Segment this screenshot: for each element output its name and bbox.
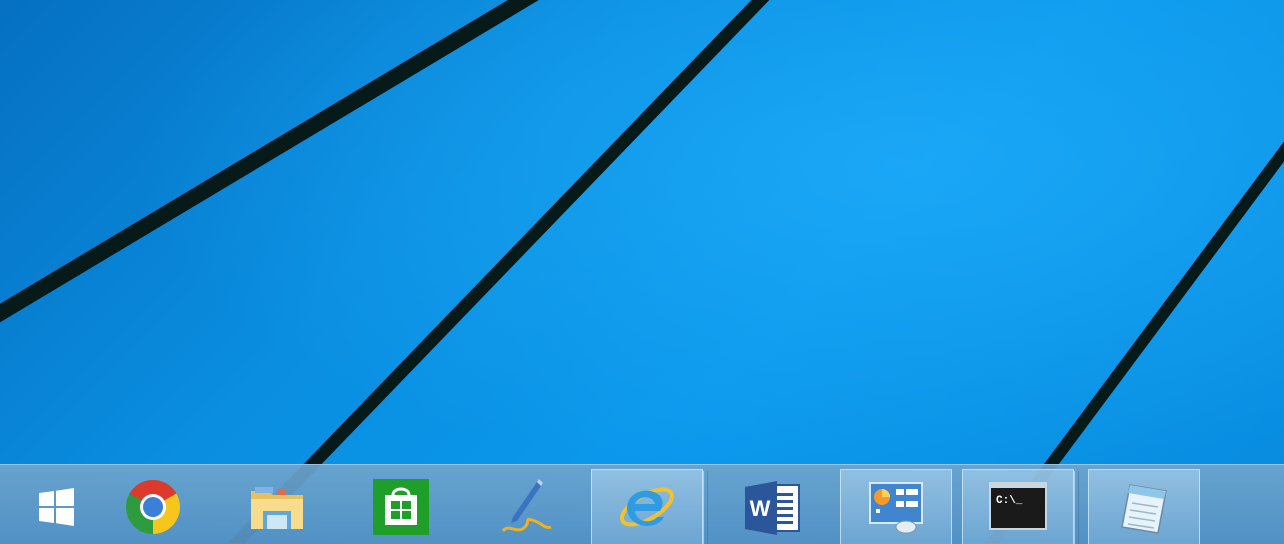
chrome-icon <box>126 479 181 534</box>
taskbar-notepad[interactable] <box>1088 469 1200 544</box>
windows-logo-icon <box>39 487 74 526</box>
taskbar-separator <box>703 471 708 544</box>
command-prompt-icon: C:\_ <box>989 482 1047 530</box>
taskbar-separator <box>1074 471 1079 544</box>
wallpaper-line <box>227 0 770 543</box>
file-explorer-icon <box>251 486 303 529</box>
internet-explorer-icon <box>620 487 674 527</box>
pen-icon <box>501 478 552 532</box>
taskbar-file-explorer[interactable] <box>221 469 333 544</box>
taskbar-chrome[interactable] <box>97 469 209 544</box>
control-panel-icon <box>869 482 923 534</box>
cmd-prompt-text: C:\_ <box>996 495 1023 507</box>
store-icon <box>373 478 429 535</box>
taskbar-control-panel[interactable] <box>840 469 952 544</box>
wallpaper-line <box>0 0 539 323</box>
taskbar: W C:\_ <box>0 464 1284 544</box>
taskbar-word[interactable]: W <box>717 469 829 544</box>
start-button[interactable] <box>0 469 112 544</box>
word-icon: W <box>745 480 800 535</box>
notepad-icon <box>1121 484 1167 534</box>
taskbar-command-prompt[interactable]: C:\_ <box>962 469 1074 544</box>
taskbar-pen[interactable] <box>469 469 581 544</box>
wallpaper-lines <box>0 0 1284 543</box>
word-letter: W <box>750 496 771 521</box>
desktop-wallpaper <box>0 0 1284 543</box>
taskbar-store[interactable] <box>345 469 457 544</box>
taskbar-internet-explorer[interactable] <box>591 469 703 544</box>
